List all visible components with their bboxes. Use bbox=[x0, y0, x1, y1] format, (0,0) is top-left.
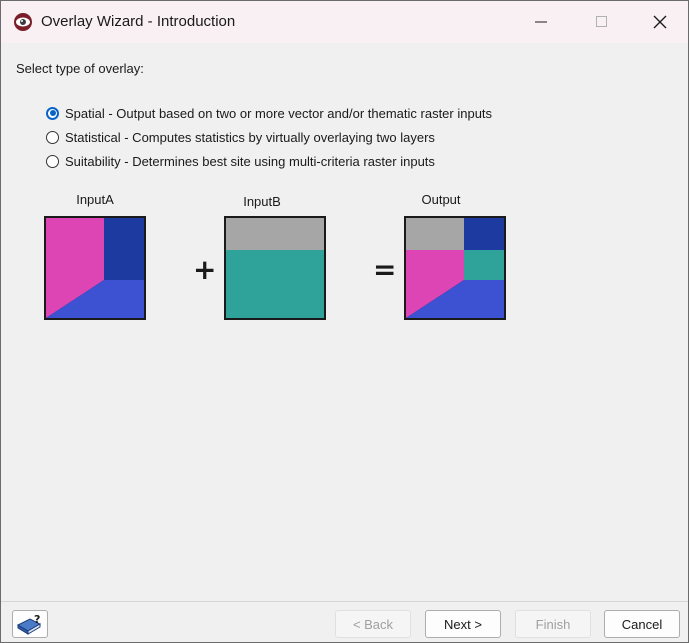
footer-separator bbox=[1, 601, 688, 602]
radio-spatial[interactable] bbox=[46, 106, 59, 120]
svg-text:?: ? bbox=[34, 613, 40, 626]
next-button[interactable]: Next > bbox=[425, 610, 501, 638]
back-button[interactable]: < Back bbox=[335, 610, 411, 638]
finish-button[interactable]: Finish bbox=[515, 610, 591, 638]
maximize-icon bbox=[596, 16, 607, 27]
option-suitability-label[interactable]: Suitability - Determines best site using… bbox=[65, 154, 435, 169]
minimize-button[interactable] bbox=[518, 1, 564, 43]
plus-sign: + bbox=[193, 253, 217, 286]
overlay-wizard-window: Overlay Wizard - Introduction Select typ… bbox=[0, 0, 689, 643]
close-button[interactable] bbox=[637, 1, 683, 43]
cancel-button[interactable]: Cancel bbox=[604, 610, 680, 638]
radio-suitability[interactable] bbox=[46, 154, 59, 168]
close-icon bbox=[653, 15, 667, 29]
input-a-image bbox=[44, 216, 146, 320]
input-b-image bbox=[224, 216, 326, 320]
window-title: Overlay Wizard - Introduction bbox=[41, 13, 236, 30]
radio-statistical[interactable] bbox=[46, 130, 59, 144]
book-question-icon: ? bbox=[16, 613, 42, 635]
input-b-label: InputB bbox=[243, 194, 281, 209]
option-suitability[interactable]: Suitability - Determines best site using… bbox=[46, 152, 435, 170]
output-image bbox=[404, 216, 506, 320]
overlay-type-prompt: Select type of overlay: bbox=[16, 61, 144, 76]
option-statistical[interactable]: Statistical - Computes statistics by vir… bbox=[46, 128, 435, 146]
maximize-button[interactable] bbox=[579, 1, 625, 43]
minimize-icon bbox=[535, 21, 547, 23]
input-a-label: InputA bbox=[76, 192, 114, 207]
eye-icon bbox=[14, 13, 32, 31]
equals-sign: = bbox=[373, 253, 397, 286]
help-button[interactable]: ? bbox=[12, 610, 48, 638]
option-spatial[interactable]: Spatial - Output based on two or more ve… bbox=[46, 104, 492, 122]
option-statistical-label[interactable]: Statistical - Computes statistics by vir… bbox=[65, 130, 435, 145]
output-label: Output bbox=[421, 192, 461, 207]
option-spatial-label[interactable]: Spatial - Output based on two or more ve… bbox=[65, 106, 492, 121]
title-bar: Overlay Wizard - Introduction bbox=[1, 1, 688, 43]
